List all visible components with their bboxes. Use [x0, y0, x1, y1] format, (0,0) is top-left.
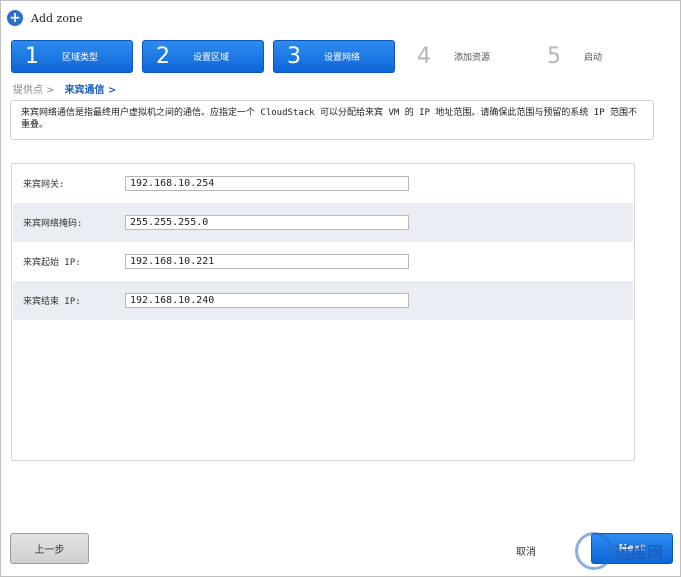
info-description: 来宾网络通信是指最终用户虚拟机之间的通信。应指定一个 CloudStack 可以… [10, 100, 654, 140]
breadcrumb-item-guest-traffic[interactable]: 来宾通信 > [65, 81, 117, 96]
plus-circle-icon: + [7, 10, 23, 26]
step-label: 添加资源 [454, 53, 491, 63]
step-2[interactable]: 2 设置区域 [142, 40, 264, 73]
step-4: 4 添加资源 [404, 40, 526, 73]
step-label: 设置区域 [193, 53, 230, 63]
dialog-header: + Add zone [7, 8, 83, 28]
step-label: 区域类型 [62, 53, 99, 63]
form-row-guest-netmask: 来宾网络掩码: [13, 203, 633, 242]
step-1[interactable]: 1 区域类型 [11, 40, 133, 73]
previous-button[interactable]: 上一步 [10, 533, 89, 564]
guest-gateway-input[interactable] [125, 176, 409, 191]
guest-start-ip-label: 来宾起始 IP: [23, 258, 81, 268]
breadcrumb: 提供点 > 来宾通信 > [13, 81, 116, 96]
guest-start-ip-input[interactable] [125, 254, 409, 269]
guest-netmask-label: 来宾网络掩码: [23, 219, 83, 229]
step-number: 4 [417, 44, 431, 69]
form-row-guest-end-ip: 来宾结束 IP: [13, 281, 633, 320]
step-number: 2 [156, 44, 170, 69]
guest-end-ip-input[interactable] [125, 293, 409, 308]
step-number: 3 [287, 44, 301, 69]
guest-end-ip-label: 来宾结束 IP: [23, 297, 81, 307]
dialog-title: Add zone [31, 11, 83, 25]
step-3[interactable]: 3 设置网络 [273, 40, 395, 73]
breadcrumb-item-pod[interactable]: 提供点 > [13, 81, 55, 96]
step-label: 启动 [584, 53, 603, 63]
dialog-frame: + Add zone 1 区域类型 2 设置区域 3 设置网络 4 添加资源 5… [0, 0, 681, 577]
step-label: 设置网络 [324, 53, 361, 63]
next-button[interactable]: Next [591, 533, 673, 564]
cancel-button[interactable]: 取消 [516, 543, 536, 558]
form-row-guest-start-ip: 来宾起始 IP: [13, 242, 633, 281]
step-number: 5 [547, 44, 561, 69]
step-5: 5 启动 [534, 40, 656, 73]
step-number: 1 [25, 44, 39, 69]
guest-gateway-label: 来宾网关: [23, 180, 65, 190]
form-row-guest-gateway: 来宾网关: [13, 164, 633, 203]
guest-netmask-input[interactable] [125, 215, 409, 230]
form-panel: 来宾网关: 来宾网络掩码: 来宾起始 IP: 来宾结束 IP: [11, 163, 635, 461]
